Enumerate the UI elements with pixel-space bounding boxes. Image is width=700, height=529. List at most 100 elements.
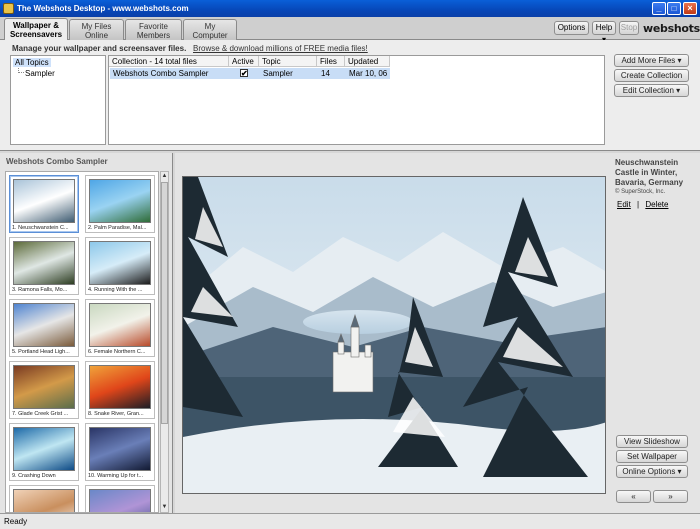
title-bar: The Webshots Desktop - www.webshots.com … [0, 0, 700, 17]
thumbnail-panel: Webshots Combo Sampler 1. Neuschwanstein… [0, 153, 173, 513]
thumbnail-item[interactable]: 7. Glade Creek Grist ... [9, 361, 79, 419]
cell-files: 14 [321, 69, 330, 78]
tab-label-line2: Online [84, 31, 109, 40]
thumbnail-caption: 6. Female Northern C... [88, 349, 146, 355]
status-text: Ready [4, 517, 28, 526]
chevron-down-icon: ▾ [675, 56, 682, 65]
thumbnail-item[interactable]: 5. Portland Head Ligh... [9, 299, 79, 357]
scroll-up-icon[interactable]: ▲ [161, 172, 168, 181]
window-title: The Webshots Desktop - www.webshots.com [17, 4, 189, 13]
wallpaper-preview-image [182, 176, 606, 494]
thumbnail-image [13, 427, 75, 471]
thumbnail-caption: 9. Crashing Down [12, 473, 56, 479]
thumbnail-scrollbar[interactable]: ▲ ▼ [160, 171, 169, 513]
tab-wallpaper-screensavers[interactable]: Wallpaper & Screensavers [4, 18, 68, 40]
thumbnail-item[interactable]: 1. Neuschwanstein C... [9, 175, 79, 233]
thumbnail-image [13, 365, 75, 409]
thumbnail-caption: 8. Snake River, Gran... [88, 411, 144, 417]
minimize-button[interactable]: _ [652, 2, 666, 15]
set-wallpaper-button[interactable]: Set Wallpaper [616, 450, 688, 463]
thumbnail-item[interactable]: 8. Snake River, Gran... [85, 361, 155, 419]
browse-link[interactable]: Browse & download millions of FREE media… [193, 44, 368, 53]
thumbnail-item[interactable]: 10. Warming Up for t... [85, 423, 155, 481]
tab-my-computer[interactable]: My Computer [183, 19, 237, 40]
column-header-topic[interactable]: Topic [259, 56, 317, 67]
tab-my-files-online[interactable]: My Files Online [69, 19, 124, 40]
thumbnail-item[interactable]: 2. Palm Paradise, Mal... [85, 175, 155, 233]
copyright-text: © SuperStock, Inc. [615, 189, 666, 195]
thumbnail-caption: 2. Palm Paradise, Mal... [88, 225, 147, 231]
cell-collection: Webshots Combo Sampler [113, 69, 209, 78]
column-header-active[interactable]: Active [229, 56, 259, 67]
thumbnail-image [89, 427, 151, 471]
column-header-collection[interactable]: Collection - 14 total files [109, 56, 229, 67]
thumbnail-image [13, 303, 75, 347]
tab-label-line1: Favorite [139, 22, 168, 31]
tab-label-line1: My [204, 22, 216, 31]
tab-favorite-members[interactable]: Favorite Members [125, 19, 182, 40]
thumbnail-image [13, 179, 75, 223]
webshots-logo: webshots [643, 22, 700, 35]
thumbnail-caption: 10. Warming Up for t... [88, 473, 144, 479]
thumbnail-image [89, 365, 151, 409]
edit-collection-label: Edit Collection [622, 86, 674, 95]
thumbnail-item[interactable]: 9. Crashing Down [9, 423, 79, 481]
wallpaper-title: Neuschwanstein Castle in Winter, Bavaria… [615, 158, 684, 187]
thumbnail-image [13, 241, 75, 285]
previous-button[interactable]: « [616, 490, 651, 503]
help-button[interactable]: Help ▾ [592, 21, 616, 44]
topic-tree: All Topics Sampler [10, 55, 106, 145]
tab-label-line2: Members [136, 31, 171, 40]
scroll-down-icon[interactable]: ▼ [161, 503, 168, 512]
add-more-files-button[interactable]: Add More Files ▾ [614, 54, 689, 67]
collection-panel: Manage your wallpaper and screensaver fi… [0, 40, 700, 151]
thumbnail-image [89, 303, 151, 347]
stop-button[interactable]: Stop [619, 21, 639, 35]
tree-item-all-topics[interactable]: All Topics [13, 58, 51, 67]
add-more-files-label: Add More Files [621, 56, 676, 65]
tree-branch-line [18, 68, 24, 73]
maximize-button[interactable]: □ [667, 2, 681, 15]
thumbnail-item[interactable] [9, 485, 79, 512]
close-button[interactable]: × [683, 2, 697, 15]
collection-table: Collection - 14 total files Active Topic… [108, 55, 605, 145]
online-options-label: Online Options [622, 467, 676, 476]
column-header-files[interactable]: Files [317, 56, 345, 67]
tree-item-sampler[interactable]: Sampler [25, 69, 55, 78]
thumbnail-caption: 3. Ramona Falls, Mo... [12, 287, 68, 293]
edit-delete-links: Edit | Delete [617, 200, 668, 209]
thumbnail-image [13, 489, 75, 512]
thumbnail-caption: 7. Glade Creek Grist ... [12, 411, 69, 417]
chevron-down-icon: ▾ [675, 467, 682, 476]
options-button[interactable]: Options [554, 21, 589, 35]
online-options-button[interactable]: Online Options ▾ [616, 465, 688, 478]
create-collection-button[interactable]: Create Collection [614, 69, 689, 82]
thumbnail-item[interactable]: 3. Ramona Falls, Mo... [9, 237, 79, 295]
thumbnail-caption: 4. Running With the ... [88, 287, 143, 293]
link-separator: | [637, 200, 640, 209]
active-checkbox[interactable]: ✔ [240, 69, 248, 78]
thumbnail-image [89, 179, 151, 223]
next-button[interactable]: » [653, 490, 688, 503]
delete-link[interactable]: Delete [645, 200, 668, 209]
thumbnail-panel-heading: Webshots Combo Sampler [6, 157, 108, 166]
thumbnail-image [89, 241, 151, 285]
edit-link[interactable]: Edit [617, 200, 631, 209]
app-icon [3, 3, 14, 14]
thumbnail-image [89, 489, 151, 512]
edit-collection-button[interactable]: Edit Collection ▾ [614, 84, 689, 97]
column-header-updated[interactable]: Updated [345, 56, 390, 67]
cell-updated: Mar 10, 06 [349, 69, 388, 78]
thumbnail-item[interactable] [85, 485, 155, 512]
thumbnail-item[interactable]: 6. Female Northern C... [85, 299, 155, 357]
tab-label-line1: My Files [81, 22, 112, 31]
tab-label-line2: Computer [192, 31, 228, 40]
thumbnail-caption: 1. Neuschwanstein C... [12, 225, 69, 231]
cell-topic: Sampler [263, 69, 293, 78]
thumbnail-item[interactable]: 4. Running With the ... [85, 237, 155, 295]
thumbnail-caption: 5. Portland Head Ligh... [12, 349, 70, 355]
view-slideshow-button[interactable]: View Slideshow [616, 435, 688, 448]
thumbnail-grid: 1. Neuschwanstein C... 2. Palm Paradise, … [5, 171, 159, 513]
scrollbar-thumb[interactable] [161, 182, 168, 424]
tab-label-line1: Wallpaper & [13, 21, 59, 30]
